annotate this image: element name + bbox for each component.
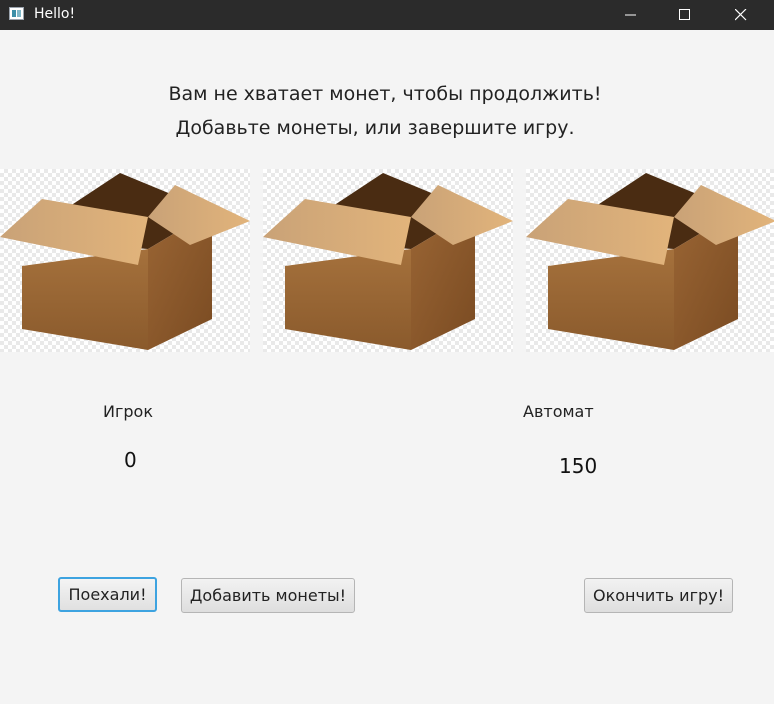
slot-box-2 bbox=[263, 169, 513, 352]
message-line-2: Добавьте монеты, или завершите игру. bbox=[175, 117, 575, 139]
message-line-1: Вам не хватает монет, чтобы продолжить! bbox=[168, 83, 602, 105]
close-icon bbox=[735, 9, 747, 21]
title-bar: Hello! bbox=[0, 0, 774, 30]
player-coins: 0 bbox=[124, 448, 137, 472]
player-label: Игрок bbox=[103, 402, 153, 421]
slot-box-3 bbox=[526, 169, 774, 352]
end-game-button[interactable]: Окончить игру! bbox=[584, 578, 733, 613]
close-button[interactable] bbox=[714, 0, 768, 30]
box-icon bbox=[263, 173, 513, 350]
machine-coins: 150 bbox=[559, 454, 598, 478]
window-title: Hello! bbox=[34, 6, 76, 22]
minimize-button[interactable] bbox=[604, 0, 658, 30]
go-button[interactable]: Поехали! bbox=[58, 577, 157, 612]
maximize-icon bbox=[679, 9, 690, 20]
machine-label: Автомат bbox=[523, 402, 594, 421]
app-icon bbox=[9, 7, 24, 20]
slot-box-1 bbox=[0, 169, 250, 352]
maximize-button[interactable] bbox=[658, 0, 712, 30]
minimize-icon bbox=[625, 14, 636, 16]
box-icon bbox=[526, 173, 774, 350]
box-icon bbox=[0, 173, 250, 350]
add-coins-button[interactable]: Добавить монеты! bbox=[181, 578, 355, 613]
